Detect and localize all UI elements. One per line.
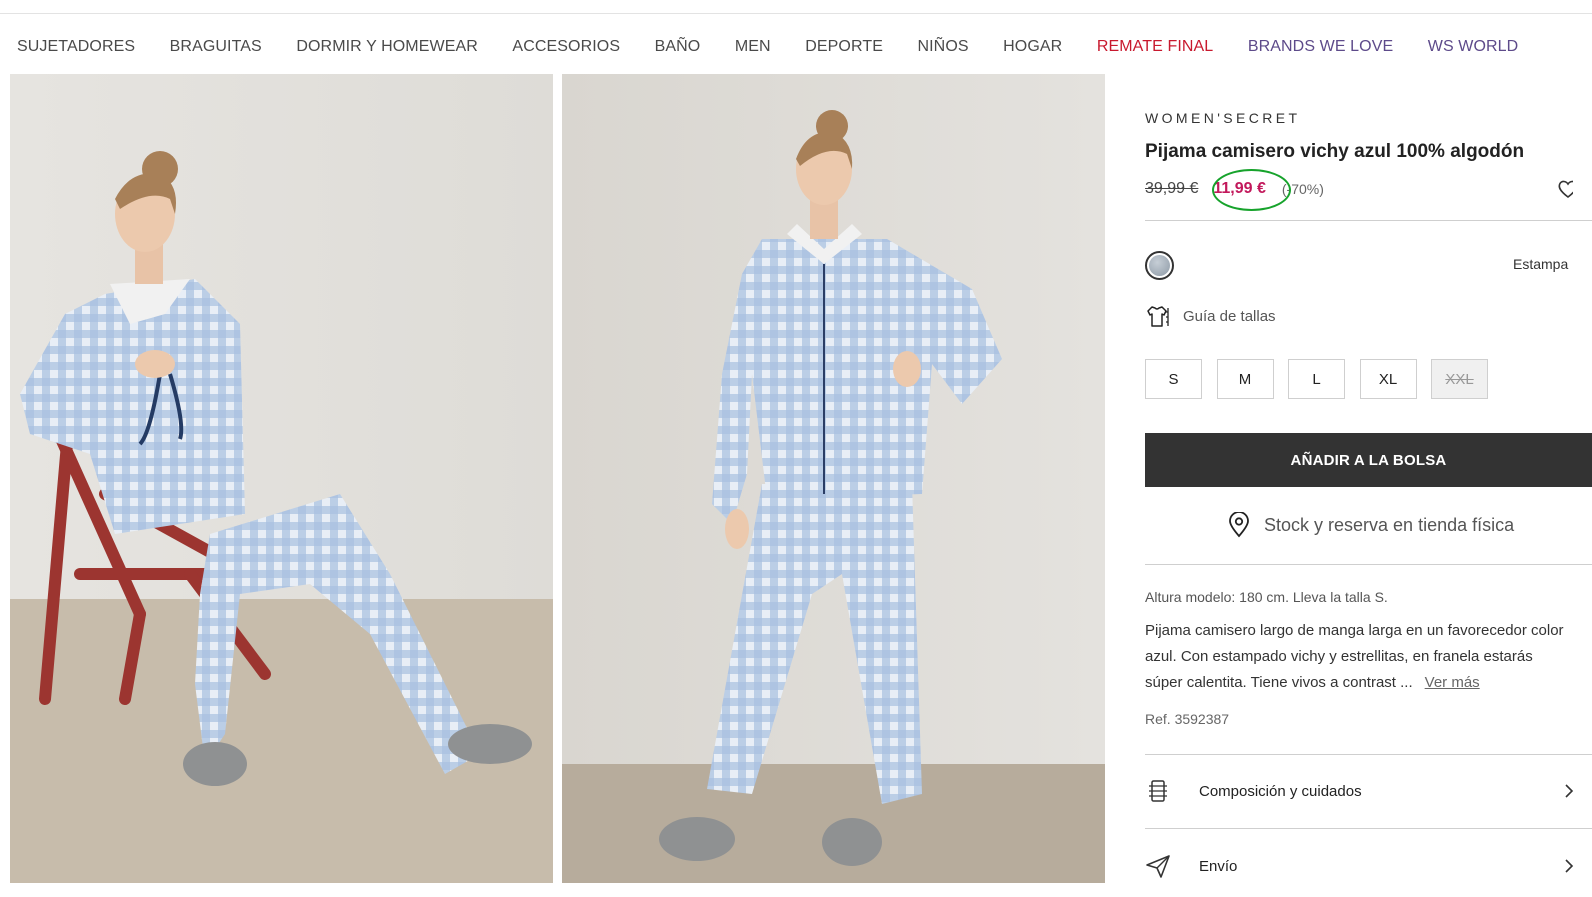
color-name: Estampa (1513, 256, 1569, 272)
store-stock-label: Stock y reserva en tienda física (1264, 514, 1515, 535)
brand-name: WOMEN'SECRET (1145, 110, 1301, 126)
nav-item-ninos[interactable]: NIÑOS (917, 38, 968, 56)
nav-item-dormir-homewear[interactable]: DORMIR Y HOMEWEAR (296, 38, 478, 56)
product-detail-panel: WOMEN'SECRET Pijama camisero vichy azul … (1145, 74, 1592, 897)
divider (1145, 754, 1592, 755)
size-option-s[interactable]: S (1145, 359, 1202, 399)
divider (1145, 828, 1592, 829)
nav-item-ws-world[interactable]: WS WORLD (1428, 38, 1519, 56)
shirt-ruler-icon (1147, 306, 1169, 327)
product-title: Pijama camisero vichy azul 100% algodón (1145, 141, 1525, 162)
product-image-seated[interactable] (10, 74, 553, 883)
nav-item-deporte[interactable]: DEPORTE (805, 38, 883, 56)
product-description: Pijama camisero largo de manga larga en … (1145, 618, 1570, 696)
description-text: Pijama camisero largo de manga larga en … (1145, 622, 1564, 691)
size-option-xl[interactable]: XL (1359, 359, 1417, 399)
accordion-shipping[interactable]: Envío (1145, 845, 1592, 887)
store-stock-link[interactable]: Stock y reserva en tienda física (1227, 512, 1514, 538)
product-reference: Ref. 3592387 (1145, 711, 1230, 727)
size-guide-label: Guía de tallas (1183, 307, 1276, 325)
nav-item-bano[interactable]: BAÑO (655, 38, 701, 56)
price-row: 39,99 € 11,99 € (-70%) (1145, 178, 1324, 200)
divider (1145, 220, 1592, 221)
nav-item-braguitas[interactable]: BRAGUITAS (170, 38, 262, 56)
add-to-bag-button[interactable]: AÑADIR A LA BOLSA (1145, 433, 1592, 487)
read-more-link[interactable]: Ver más (1425, 674, 1480, 691)
accordion-label: Envío (1199, 857, 1238, 875)
product-photo-standing-illustration (562, 74, 1105, 883)
chevron-right-icon (1565, 859, 1574, 873)
product-image-standing[interactable] (562, 74, 1105, 883)
nav-item-men[interactable]: MEN (735, 38, 771, 56)
location-pin-icon (1229, 512, 1249, 538)
accordion-composition-care[interactable]: Composición y cuidados (1145, 770, 1592, 812)
nav-item-accesorios[interactable]: ACCESORIOS (512, 38, 620, 56)
nav-item-brands-we-love[interactable]: BRANDS WE LOVE (1248, 38, 1393, 56)
send-icon (1146, 855, 1170, 878)
original-price: 39,99 € (1145, 180, 1199, 197)
color-swatch[interactable] (1145, 251, 1174, 280)
nav-item-remate-final[interactable]: REMATE FINAL (1097, 38, 1213, 56)
sale-price: 11,99 € (1213, 180, 1266, 197)
size-option-m[interactable]: M (1216, 359, 1274, 399)
nav-item-hogar[interactable]: HOGAR (1003, 38, 1062, 56)
main-navigation: SUJETADORES BRAGUITAS DORMIR Y HOMEWEAR … (17, 36, 1553, 58)
chevron-right-icon (1565, 784, 1574, 798)
header-divider (0, 13, 1592, 14)
size-guide-link[interactable]: Guía de tallas (1145, 303, 1276, 329)
divider (1145, 564, 1592, 565)
size-option-l[interactable]: L (1288, 359, 1345, 399)
size-option-xxl[interactable]: XXL (1431, 359, 1488, 399)
care-label-icon (1149, 780, 1167, 802)
nav-item-sujetadores[interactable]: SUJETADORES (17, 38, 135, 56)
color-swatch-fill (1149, 255, 1170, 276)
accordion-label: Composición y cuidados (1199, 782, 1362, 800)
size-selector: S M L XL XXL (1145, 359, 1503, 399)
discount-percentage: (-70%) (1281, 181, 1324, 197)
model-info: Altura modelo: 180 cm. Lleva la talla S. (1145, 589, 1388, 605)
heart-icon[interactable] (1557, 178, 1573, 200)
product-photo-seated-illustration (10, 74, 553, 883)
